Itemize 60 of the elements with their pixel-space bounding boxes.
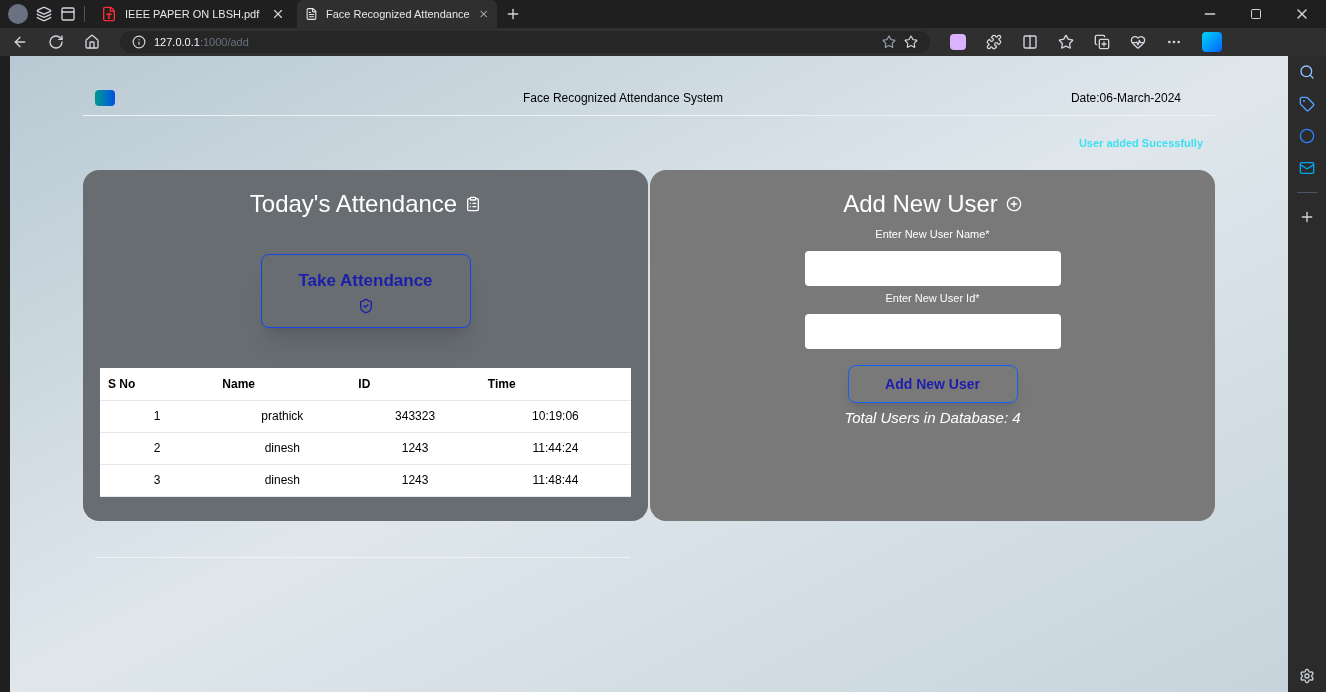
collections-icon[interactable] xyxy=(1094,34,1110,50)
back-icon[interactable] xyxy=(12,34,28,50)
field-label: Enter New User Id* xyxy=(885,290,980,306)
table-cell: 10:19:06 xyxy=(532,409,579,423)
circle-icon[interactable] xyxy=(1299,128,1315,144)
panel-heading: Add New User xyxy=(843,189,998,219)
text-input[interactable] xyxy=(804,250,1061,286)
total-users-text: Total Users in Database: 4 xyxy=(844,408,1021,428)
table-cell: 2 xyxy=(153,441,161,455)
page-icon xyxy=(305,6,318,22)
search-icon[interactable] xyxy=(1299,64,1315,80)
heart-pulse-icon[interactable] xyxy=(1130,34,1146,50)
favorite-star-icon[interactable] xyxy=(904,35,918,49)
plus-circle-icon xyxy=(1005,196,1022,212)
table-cell: dinesh xyxy=(264,473,300,487)
table-cell: 3 xyxy=(153,473,161,487)
url-text: 127.0.0.1:1000/add xyxy=(154,34,249,50)
column-header: Name xyxy=(222,376,255,391)
table-cell: 11:44:24 xyxy=(532,441,579,455)
tab-actions-icon[interactable] xyxy=(60,6,76,22)
workspaces-icon[interactable] xyxy=(36,6,52,22)
clipboard-icon xyxy=(465,196,482,212)
new-tab-icon[interactable] xyxy=(505,6,521,22)
close-icon[interactable] xyxy=(271,7,285,21)
table-cell: dinesh xyxy=(264,441,300,455)
browser-tab[interactable]: IEEE PAPER ON LBSH.pdf xyxy=(93,0,293,28)
split-screen-icon[interactable] xyxy=(1022,34,1038,50)
panel-heading: Today's Attendance xyxy=(249,189,458,219)
date-text: Date:06-March-2024 xyxy=(1070,89,1182,107)
text-input[interactable] xyxy=(804,314,1061,349)
success-message: User added Sucessfully xyxy=(1078,135,1203,151)
tab-title: IEEE PAPER ON LBSH.pdf xyxy=(125,6,261,22)
site-title: Face Recognized Attendance System xyxy=(521,89,725,107)
table-cell: 1243 xyxy=(401,441,429,455)
browser-tab[interactable]: Face Recognized Attendance xyxy=(297,0,497,28)
tab-title: Face Recognized Attendance xyxy=(325,6,470,22)
puzzle-icon[interactable] xyxy=(986,34,1002,50)
table-cell: 343323 xyxy=(395,409,436,423)
table-cell: prathick xyxy=(261,409,304,423)
shield-check-icon xyxy=(357,297,374,314)
tag-icon[interactable] xyxy=(1299,96,1315,112)
column-header: ID xyxy=(358,376,371,391)
table-cell: 1243 xyxy=(401,473,429,487)
favorites-icon[interactable] xyxy=(1058,34,1074,50)
reload-icon[interactable] xyxy=(48,34,64,50)
settings-icon[interactable] xyxy=(1299,668,1315,684)
pdf-file-icon xyxy=(101,6,117,22)
table-cell: 1 xyxy=(153,409,161,423)
info-icon[interactable] xyxy=(132,35,146,49)
mail-icon[interactable] xyxy=(1299,160,1315,176)
column-header: S No xyxy=(108,376,136,391)
home-icon[interactable] xyxy=(84,34,100,50)
profile-avatar[interactable] xyxy=(8,4,28,24)
table-cell: 11:48:44 xyxy=(532,473,579,487)
add-icon[interactable] xyxy=(1299,209,1315,225)
address-bar[interactable]: 127.0.0.1:1000/add xyxy=(120,31,930,53)
field-label: Enter New User Name* xyxy=(875,227,990,242)
column-header: Time xyxy=(487,376,516,391)
maximize-icon[interactable] xyxy=(1250,8,1262,20)
close-icon[interactable] xyxy=(477,7,489,21)
